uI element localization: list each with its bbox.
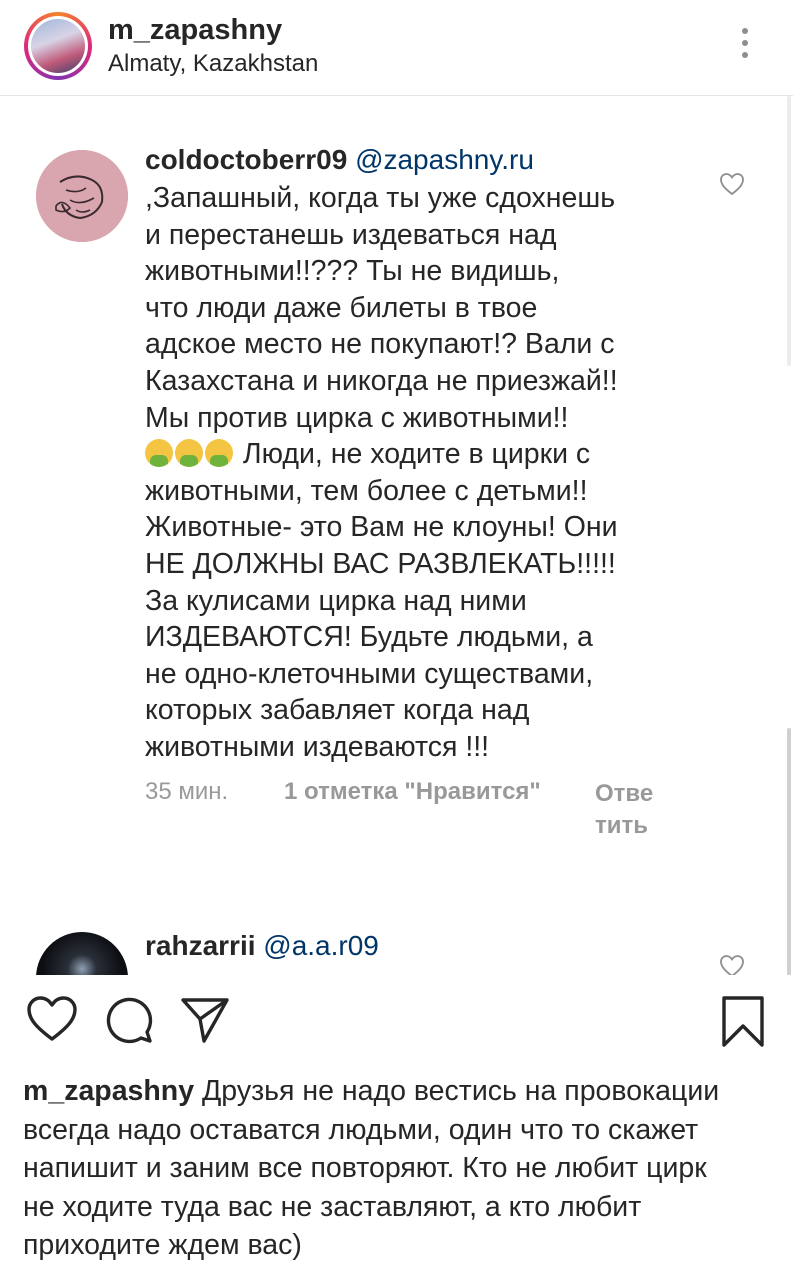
comment-line: адское место не покупают!? Вали с [145,328,615,361]
comment-header: rahzarrii @a.a.r09 [145,930,379,962]
heart-icon[interactable] [26,995,78,1043]
post-caption: m_zapashny Друзья не надо вестись на про… [23,1072,783,1265]
comment-like-heart-icon[interactable] [718,170,746,198]
bookmark-icon[interactable] [720,995,766,1049]
comment-header: coldoctoberr09 @zapashny.ru [145,144,534,176]
comment-line: животными издеваются !!! [145,730,490,763]
comment-username[interactable]: rahzarrii [145,930,256,961]
comment-line: что люди даже билеты в твое [145,291,538,324]
nauseated-face-emoji [145,439,173,468]
comment-mention[interactable]: @zapashny.ru [355,144,534,175]
comment-line: Казахстана и никогда не приезжай!! [145,364,618,397]
comment-line: не одно-клеточными существами, [145,657,594,690]
comment-username[interactable]: coldoctoberr09 [145,144,347,175]
comment-likes-count[interactable]: 1 отметка "Нравится" [284,778,541,806]
nauseated-face-emoji [175,439,203,468]
caption-line: приходите ждем вас) [23,1229,302,1261]
comment-line: Мы против цирка с животными!! [145,401,569,434]
comment-line-with-emoji: Люди, не ходите в цирки с [145,436,690,473]
author-username[interactable]: m_zapashny [108,14,282,47]
comment-avatar[interactable] [36,150,128,242]
caption-line: не ходите туда вас не заставляют, а кто … [23,1190,642,1223]
comment-line: которых забавляет когда над [145,694,530,727]
author-avatar[interactable] [24,12,92,80]
more-vertical-icon[interactable] [735,28,755,68]
comment-line: животными!!??? Ты не видишь, [145,255,560,288]
comment-line: Люди, не ходите в цирки с [235,438,591,471]
comment-line: ,Запашный, когда ты уже сдохнешь [145,182,616,214]
scrollbar-track [787,96,791,366]
caption-line: напишит и заним все повторяют. Кто не лю… [23,1152,707,1184]
caption-username[interactable]: m_zapashny [23,1075,194,1107]
comment-timestamp: 35 мин. [145,778,229,805]
post-action-bar [0,975,793,1075]
reply-button[interactable]: Ответить [595,778,655,842]
post-location[interactable]: Almaty, Kazakhstan [108,50,318,78]
comment-line: ИЗДЕВАЮТСЯ! Будьте людьми, а [145,621,593,654]
comment-line: НЕ ДОЛЖНЫ ВАС РАЗВЛЕКАТЬ!!!!! [145,547,616,580]
comment-line: и перестанешь издеваться над [145,218,557,251]
comment-text: ,Запашный, когда ты уже сдохнешь и перес… [145,180,690,766]
comment-mention[interactable]: @a.a.r09 [263,930,379,961]
comment-line: За кулисами цирка над ними [145,584,527,617]
caption-text: Друзья не надо вестись на провокации [194,1075,720,1107]
caption-first-line: m_zapashny Друзья не надо вестись на про… [23,1072,783,1111]
comment-line: Животные- это Вам не клоуны! Они [145,511,618,544]
nauseated-face-emoji [205,439,233,468]
caption-line: всегда надо оставатся людьми, один что т… [23,1113,699,1146]
post-header: m_zapashny Almaty, Kazakhstan [0,0,793,96]
comment-icon[interactable] [104,995,154,1045]
comment-line: животными, тем более с детьми!! [145,474,588,507]
send-icon[interactable] [180,995,230,1045]
